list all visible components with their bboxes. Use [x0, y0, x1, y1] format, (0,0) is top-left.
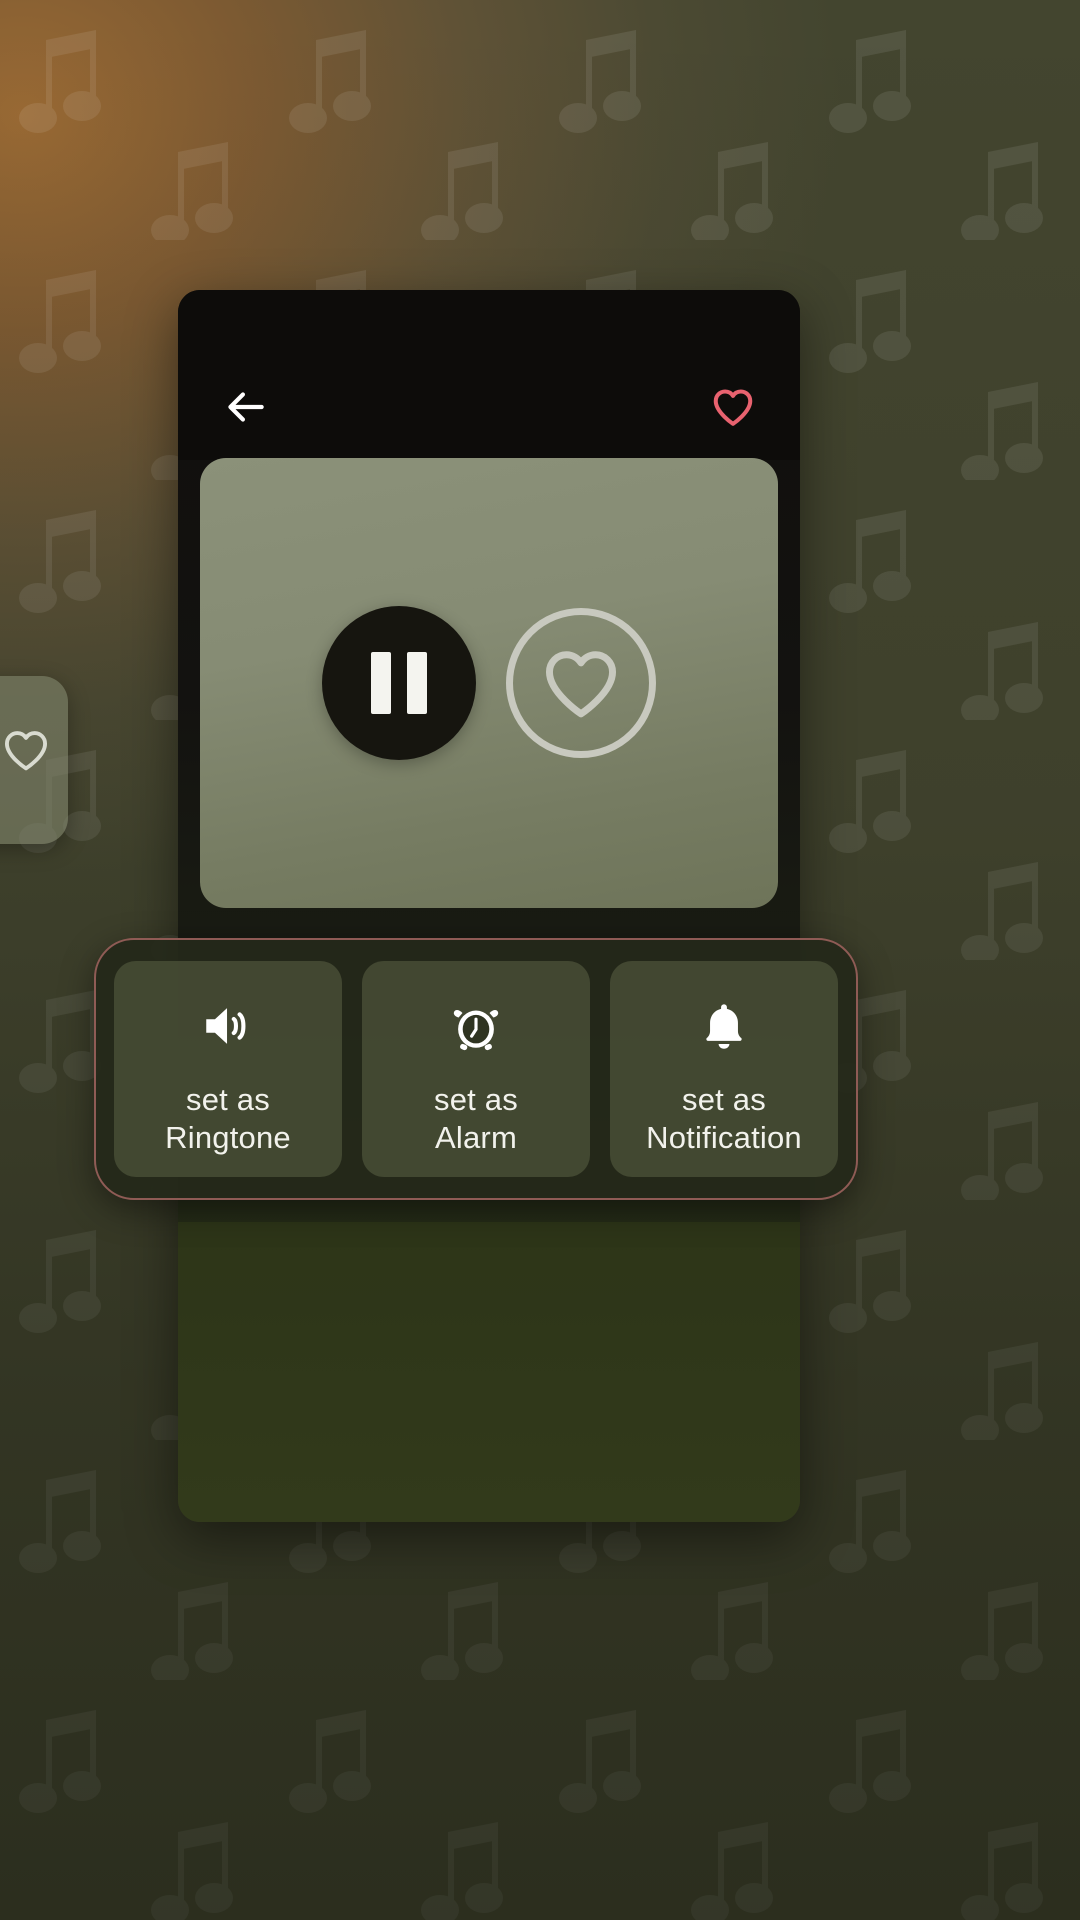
- set-as-ringtone-label: set as Ringtone: [165, 1081, 291, 1157]
- favorite-button[interactable]: [706, 380, 760, 434]
- set-as-notification-label: set as Notification: [646, 1081, 802, 1157]
- back-button[interactable]: [218, 380, 272, 434]
- pause-bar-left: [371, 652, 391, 714]
- action-label-line2: Ringtone: [165, 1120, 291, 1155]
- bottom-panel: [178, 1222, 800, 1522]
- alarm-clock-icon: [447, 997, 505, 1055]
- heart-outline-icon: [4, 731, 48, 771]
- like-circle-button[interactable]: [506, 608, 656, 758]
- adjacent-song-card[interactable]: [0, 676, 68, 844]
- action-label-line1: set as: [186, 1082, 270, 1117]
- action-label-line2: Alarm: [435, 1120, 517, 1155]
- action-label-line1: set as: [434, 1082, 518, 1117]
- top-bar: [178, 290, 800, 460]
- set-as-alarm-button[interactable]: set as Alarm: [362, 961, 590, 1177]
- action-label-line2: Notification: [646, 1120, 802, 1155]
- volume-speaker-icon: [197, 997, 259, 1055]
- arrow-left-icon: [228, 392, 264, 422]
- player-sheet: [178, 290, 800, 1522]
- bell-icon: [697, 997, 751, 1055]
- album-artwork-panel: [200, 458, 778, 908]
- set-as-alarm-label: set as Alarm: [434, 1081, 518, 1157]
- pause-bar-right: [407, 652, 427, 714]
- heart-outline-icon: [713, 389, 753, 426]
- heart-outline-icon: [545, 651, 617, 718]
- set-as-notification-button[interactable]: set as Notification: [610, 961, 838, 1177]
- action-label-line1: set as: [682, 1082, 766, 1117]
- set-as-ringtone-button[interactable]: set as Ringtone: [114, 961, 342, 1177]
- set-as-action-bar: set as Ringtone set as Alarm set as Noti…: [94, 938, 858, 1200]
- play-pause-button[interactable]: [322, 606, 476, 760]
- playback-controls: [200, 606, 778, 760]
